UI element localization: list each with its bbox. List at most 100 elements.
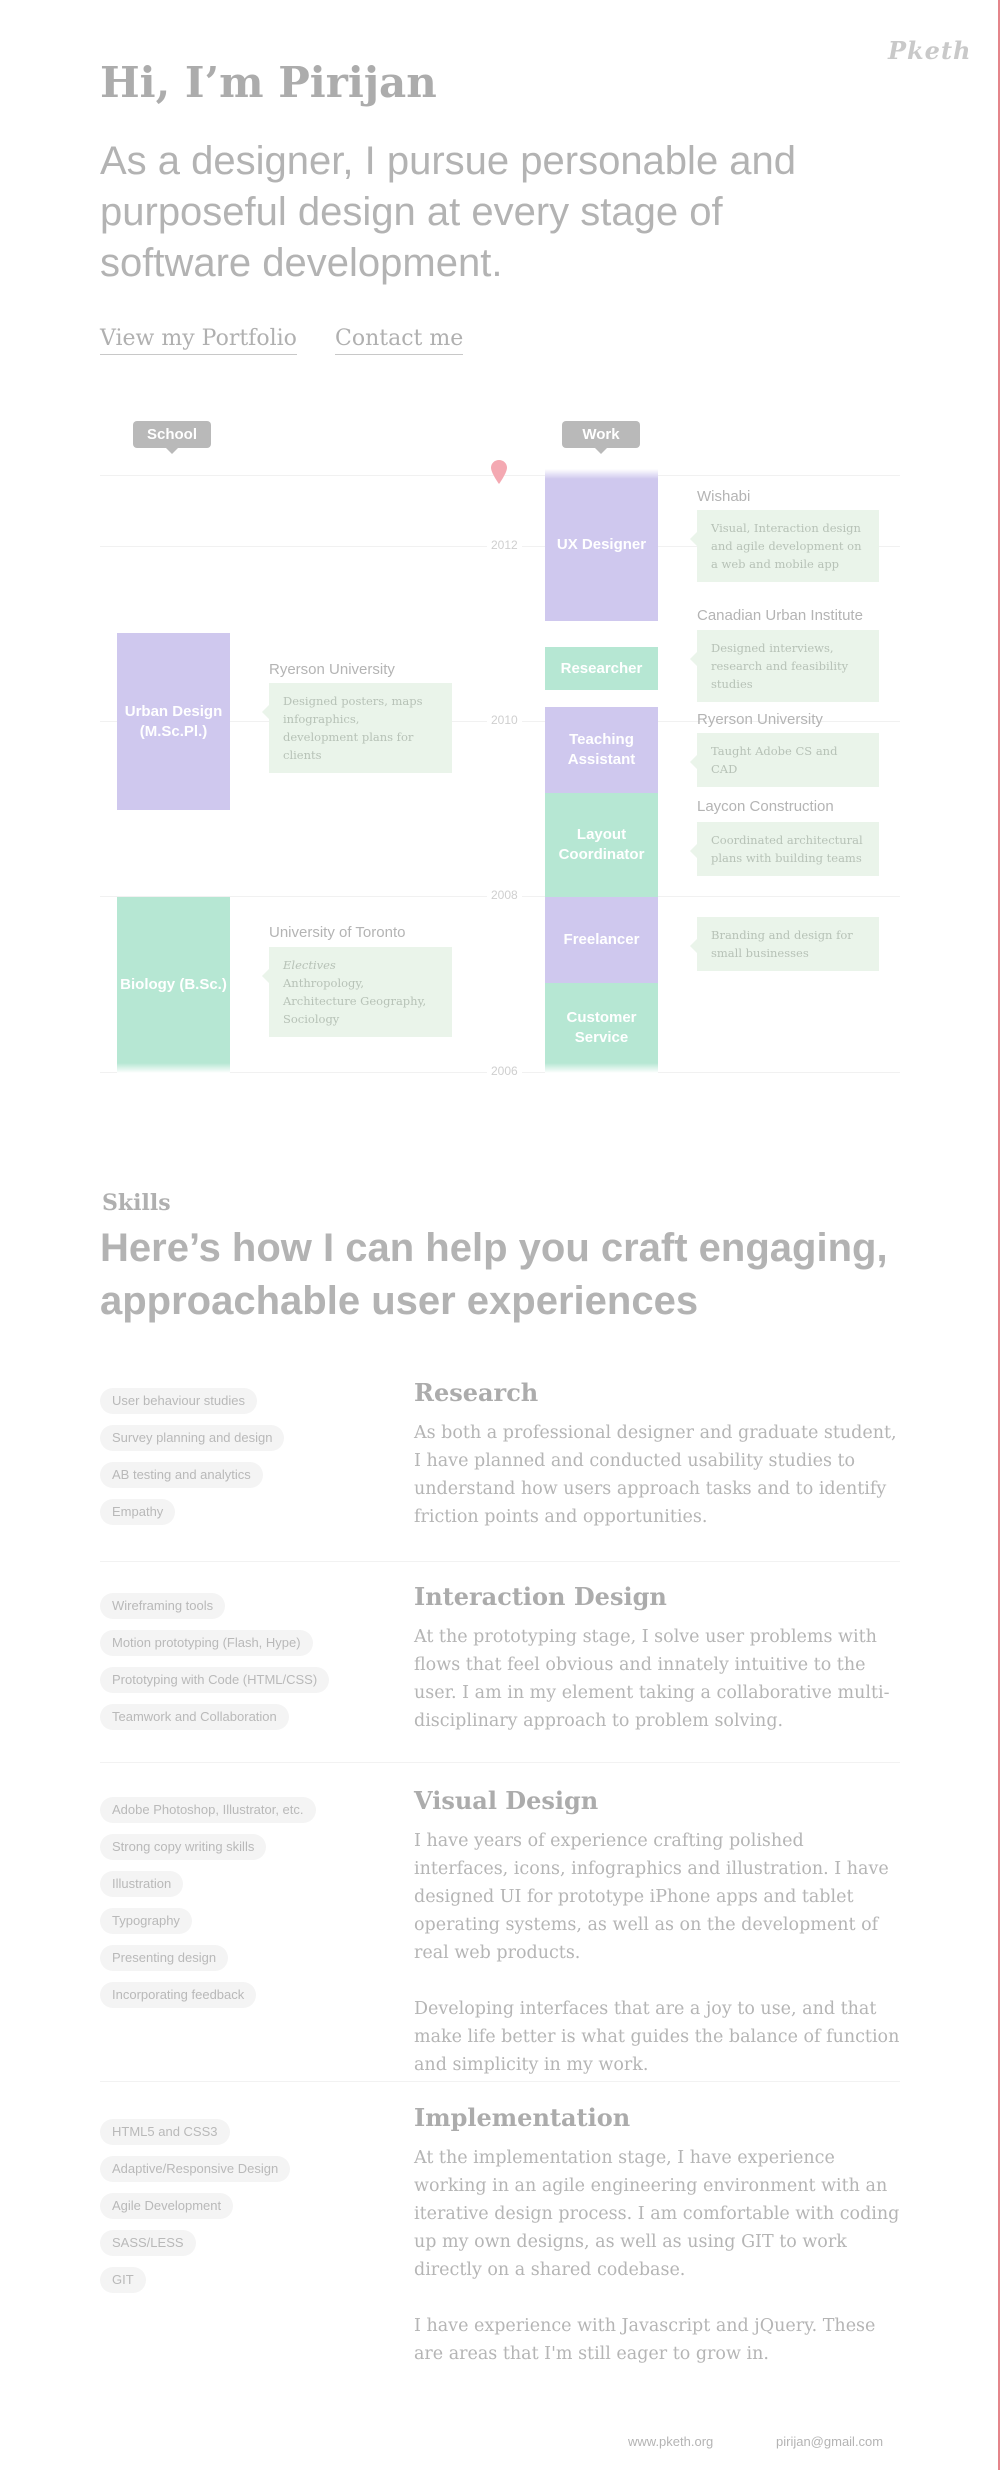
skill-chips: Adobe Photoshop, Illustrator, etc. Stron… (100, 1797, 360, 2019)
timeline-note: Branding and design for small businesses (690, 917, 879, 971)
skill-title: Implementation (414, 2103, 631, 2132)
timeline-note: Electives Anthropology, Architecture Geo… (262, 947, 452, 1037)
skill-description: At the implementation stage, I have expe… (414, 2144, 900, 2396)
skill-description: I have years of experience crafting poli… (414, 1827, 900, 2107)
year-label: 2006 (487, 1064, 522, 1078)
note-text: Branding and design for small businesses (711, 928, 853, 960)
skill-chip: GIT (100, 2267, 146, 2293)
timeline-note: Designed interviews, research and feasib… (690, 630, 879, 702)
skill-chip: Adaptive/Responsive Design (100, 2156, 291, 2182)
skill-section-research: User behaviour studies Survey planning a… (100, 1378, 900, 1559)
skill-description: As both a professional designer and grad… (414, 1419, 900, 1559)
note-text: Visual, Interaction design and agile dev… (711, 521, 862, 571)
org-name: University of Toronto (269, 924, 406, 941)
year-label: 2008 (487, 888, 522, 902)
work-block-freelancer[interactable]: Freelancer (545, 897, 658, 983)
skill-chip: Strong copy writing skills (100, 1834, 267, 1860)
block-label: Customer Service (566, 1009, 637, 1046)
skill-chip: Teamwork and Collaboration (100, 1704, 289, 1730)
work-block-customer-service[interactable]: Customer Service (545, 983, 658, 1073)
skill-chip: Adobe Photoshop, Illustrator, etc. (100, 1797, 316, 1823)
block-label: Teaching Assistant (567, 731, 636, 768)
skill-chip: Illustration (100, 1871, 184, 1897)
skill-title: Research (414, 1378, 539, 1407)
block-label: Researcher (560, 659, 643, 677)
section-divider (100, 1561, 900, 1562)
skills-heading: Here’s how I can help you craft engaging… (100, 1226, 888, 1323)
note-text: Taught Adobe CS and CAD (711, 744, 838, 776)
work-block-teaching-assistant[interactable]: Teaching Assistant (545, 707, 658, 793)
section-divider (100, 1762, 900, 1763)
note-text: Coordinated architectural plans with bui… (711, 833, 863, 865)
timeline-note: Coordinated architectural plans with bui… (690, 822, 879, 876)
skill-chips: User behaviour studies Survey planning a… (100, 1388, 360, 1536)
year-label: 2012 (487, 538, 522, 552)
skill-chip: Wireframing tools (100, 1593, 226, 1619)
note-text: Designed interviews, research and feasib… (711, 641, 849, 691)
skill-chip: Typography (100, 1908, 192, 1934)
block-label: Urban Design (M.Sc.Pl.) (124, 702, 223, 740)
skill-chip: Presenting design (100, 1945, 229, 1971)
skill-description: At the prototyping stage, I solve user p… (414, 1623, 900, 1763)
block-label: UX Designer (556, 536, 647, 553)
school-block-biology[interactable]: Biology (B.Sc.) (117, 897, 230, 1073)
timeline-note: Designed posters, maps infographics, dev… (262, 683, 452, 773)
skill-chip: Incorporating feedback (100, 1982, 257, 2008)
tagline: As a designer, I pursue personable and p… (100, 139, 797, 285)
logo[interactable]: Pketh (888, 36, 971, 65)
org-name: Ryerson University (269, 661, 395, 678)
map-pin-icon (491, 460, 507, 484)
skill-chip: AB testing and analytics (100, 1462, 263, 1488)
skill-title: Interaction Design (414, 1582, 667, 1611)
org-name: Laycon Construction (697, 798, 834, 815)
section-divider (100, 2081, 900, 2082)
skill-paragraph: I have years of experience crafting poli… (414, 1831, 889, 1963)
year-label: 2010 (487, 713, 522, 727)
skills-kicker: Skills (102, 1190, 171, 1216)
block-label: Biology (B.Sc.) (120, 976, 227, 993)
org-name: Canadian Urban Institute (697, 607, 863, 624)
work-column-label: Work (562, 421, 640, 454)
skill-section-interaction-design: Wireframing tools Motion prototyping (Fl… (100, 1582, 900, 1763)
skill-chip: User behaviour studies (100, 1388, 257, 1414)
skill-paragraph: I have experience with Javascript and jQ… (414, 2316, 876, 2364)
block-fade (545, 469, 658, 479)
skill-chip: Prototyping with Code (HTML/CSS) (100, 1667, 330, 1693)
skill-paragraph: At the implementation stage, I have expe… (414, 2148, 900, 2280)
skill-chip: Motion prototyping (Flash, Hype) (100, 1630, 313, 1656)
skill-section-visual-design: Adobe Photoshop, Illustrator, etc. Stron… (100, 1786, 900, 2075)
skill-paragraph: As both a professional designer and grad… (414, 1423, 897, 1527)
footer-website-link[interactable]: www.pketh.org (628, 2434, 713, 2449)
skill-chips: HTML5 and CSS3 Adaptive/Responsive Desig… (100, 2119, 360, 2304)
skill-chip: Survey planning and design (100, 1425, 285, 1451)
greeting-heading: Hi, I’m Pirijan (100, 58, 437, 107)
block-fade (117, 1063, 230, 1073)
note-text: Anthropology, Architecture Geography, So… (283, 976, 427, 1026)
skill-chips: Wireframing tools Motion prototyping (Fl… (100, 1593, 360, 1741)
block-label: Freelancer (563, 931, 640, 948)
skill-paragraph: Developing interfaces that are a joy to … (414, 1999, 900, 2075)
block-label: Layout Coordinator (558, 826, 645, 863)
work-block-layout-coordinator[interactable]: Layout Coordinator (545, 793, 658, 897)
skill-section-implementation: HTML5 and CSS3 Adaptive/Responsive Desig… (100, 2103, 900, 2384)
skill-title: Visual Design (414, 1786, 599, 1815)
note-text: Designed posters, maps infographics, dev… (283, 694, 423, 762)
timeline-note: Visual, Interaction design and agile dev… (690, 510, 879, 582)
skill-chip: Empathy (100, 1499, 176, 1525)
timeline-note: Taught Adobe CS and CAD (690, 733, 879, 787)
skill-paragraph: At the prototyping stage, I solve user p… (414, 1627, 890, 1731)
portfolio-link[interactable]: View my Portfolio (100, 324, 297, 355)
org-name: Wishabi (697, 488, 751, 505)
school-block-urban-design[interactable]: Urban Design (M.Sc.Pl.) (117, 633, 230, 810)
skill-chip: Agile Development (100, 2193, 234, 2219)
skill-chip: HTML5 and CSS3 (100, 2119, 230, 2145)
org-name: Ryerson University (697, 711, 823, 728)
note-label: Electives (283, 958, 336, 972)
school-column-label: School (133, 421, 211, 454)
footer-email-link[interactable]: pirijan@gmail.com (776, 2434, 883, 2449)
contact-link[interactable]: Contact me (335, 324, 464, 355)
work-block-researcher[interactable]: Researcher (545, 647, 658, 690)
skill-chip: SASS/LESS (100, 2230, 196, 2256)
block-fade (545, 1063, 658, 1073)
work-block-ux-designer[interactable]: UX Designer (545, 469, 658, 621)
